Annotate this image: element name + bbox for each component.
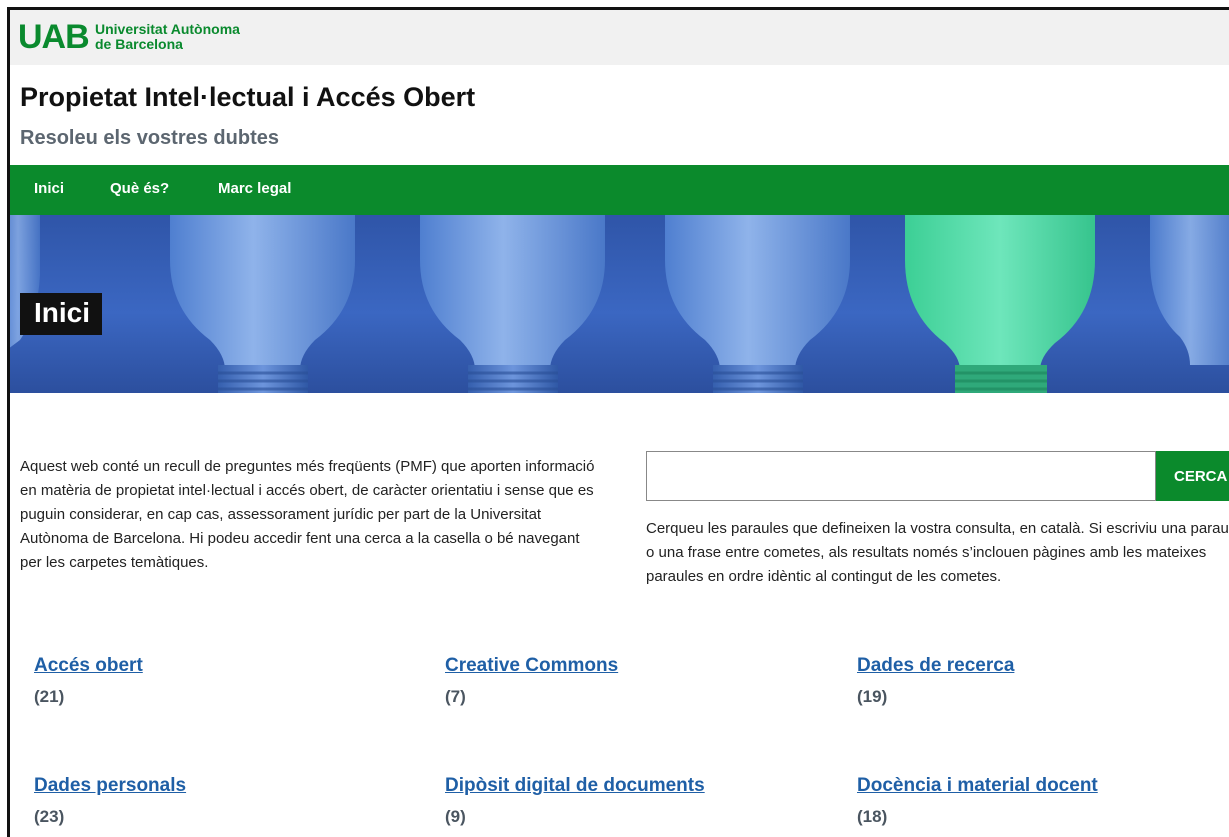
- category-item: Docència i material docent (18): [857, 775, 1098, 827]
- category-link-acces-obert[interactable]: Accés obert: [34, 655, 143, 677]
- browser-viewport: UAB Universitat Autònoma de Barcelona Pr…: [7, 7, 1229, 837]
- logo-line-1: Universitat Autònoma: [95, 21, 240, 37]
- nav-item-inici[interactable]: Inici: [34, 180, 64, 197]
- university-bar: UAB Universitat Autònoma de Barcelona: [10, 10, 1229, 65]
- search-help-text: Cerqueu les paraules que defineixen la v…: [646, 520, 1229, 585]
- category-link-docencia[interactable]: Docència i material docent: [857, 775, 1098, 797]
- category-count: (23): [34, 807, 65, 826]
- logo-text: Universitat Autònoma de Barcelona: [95, 22, 240, 52]
- page-title: Inici: [20, 293, 103, 335]
- category-link-diposit-digital[interactable]: Dipòsit digital de documents: [445, 775, 705, 797]
- category-item: Dades de recerca (19): [857, 655, 1014, 707]
- logo-line-2: de Barcelona: [95, 36, 183, 52]
- nav-item-que-es[interactable]: Què és?: [110, 180, 169, 197]
- category-link-dades-de-recerca[interactable]: Dades de recerca: [857, 655, 1014, 677]
- category-link-dades-personals[interactable]: Dades personals: [34, 775, 186, 797]
- category-item: Dades personals (23): [34, 775, 186, 827]
- site-title: Propietat Intel·lectual i Accés Obert: [20, 82, 476, 112]
- search-button[interactable]: CERCA: [1156, 451, 1229, 501]
- category-count: (7): [445, 687, 466, 706]
- main-nav: Inici Què és? Marc legal: [10, 165, 1229, 215]
- category-count: (18): [857, 807, 888, 826]
- category-count: (21): [34, 687, 65, 706]
- category-link-creative-commons[interactable]: Creative Commons: [445, 655, 618, 677]
- category-item: Accés obert (21): [34, 655, 143, 707]
- search-input[interactable]: [646, 451, 1156, 501]
- category-item: Dipòsit digital de documents (9): [445, 775, 705, 827]
- site-subtitle: Resoleu els vostres dubtes: [20, 127, 279, 149]
- intro-text: Aquest web conté un recull de preguntes …: [20, 458, 595, 571]
- category-count: (9): [445, 807, 466, 826]
- lightbulbs-illustration: [10, 215, 1229, 393]
- category-count: (19): [857, 687, 888, 706]
- nav-item-marc-legal[interactable]: Marc legal: [218, 180, 291, 197]
- category-item: Creative Commons (7): [445, 655, 618, 707]
- logo-mark: UAB: [18, 18, 90, 56]
- hero-banner: Inici: [10, 215, 1229, 393]
